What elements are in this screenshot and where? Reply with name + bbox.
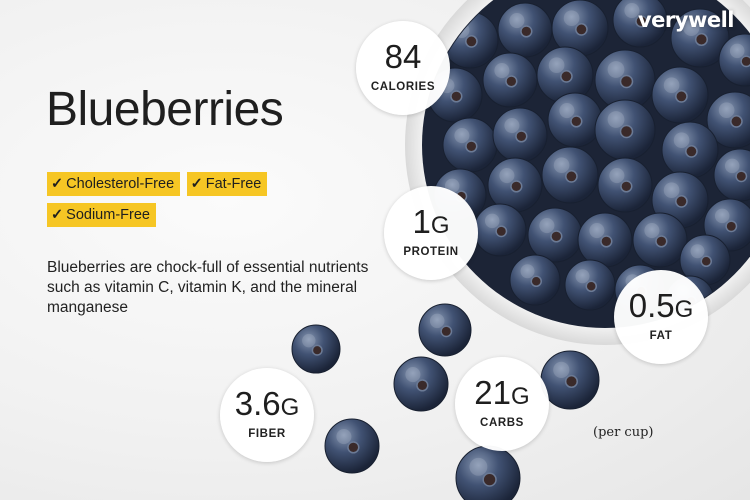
blueberry (564, 259, 616, 311)
blueberry (473, 203, 527, 257)
protein-badge: 1G PROTEIN (384, 186, 478, 280)
blueberry (632, 212, 688, 268)
calories-label: CALORIES (370, 81, 436, 93)
blueberry (597, 157, 653, 213)
tag-label: Sodium-Free (66, 207, 150, 223)
blueberry (577, 212, 633, 268)
tag-cholesterol-free: ✓ Cholesterol-Free (47, 172, 181, 196)
fat-badge: 0.5G FAT (614, 270, 708, 364)
calories-value: 84 (384, 38, 422, 75)
fiber-label: FIBER (248, 428, 286, 440)
carbs-label: CARBS (480, 417, 524, 429)
blueberry (541, 146, 599, 204)
protein-label: PROTEIN (403, 246, 459, 258)
calories-badge: 84 CALORIES (356, 21, 450, 115)
blueberry (527, 207, 583, 263)
brand-logo: verywell (637, 8, 735, 32)
blueberry (497, 2, 553, 58)
checkmark-icon: ✓ (190, 176, 203, 192)
fat-value: 0.5G (628, 287, 694, 324)
fat-label: FAT (649, 330, 673, 342)
fiber-value: 3.6G (234, 385, 300, 422)
protein-value: 1G (412, 203, 450, 240)
blueberry (594, 99, 656, 161)
blueberry (492, 107, 548, 163)
blueberry (418, 303, 472, 357)
blueberry (651, 66, 709, 124)
tag-label: Fat-Free (205, 176, 262, 192)
checkmark-icon: ✓ (51, 176, 64, 192)
fiber-badge: 3.6G FIBER (220, 368, 314, 462)
blueberry (455, 445, 521, 500)
nutrition-infographic: verywell Blueberries ✓ Cholesterol-Free ✓… (0, 0, 750, 500)
diet-tags: ✓ Cholesterol-Free ✓ Fat-Free ✓ Sodium-Free (47, 172, 327, 234)
tag-fat-free: ✓ Fat-Free (186, 172, 268, 196)
tag-label: Cholesterol-Free (66, 176, 175, 192)
blueberry (547, 92, 603, 148)
blueberry (442, 117, 498, 173)
checkmark-icon: ✓ (51, 207, 64, 223)
blueberry (509, 254, 561, 306)
page-title: Blueberries (46, 83, 284, 136)
carbs-value: 21G (474, 374, 530, 411)
blueberry (324, 418, 380, 474)
blueberry (291, 324, 341, 374)
blueberry (540, 350, 600, 410)
carbs-badge: 21G CARBS (455, 357, 549, 451)
blueberry (393, 356, 449, 412)
description: Blueberries are chock-full of essential … (47, 259, 369, 316)
serving-note: (per cup) (593, 425, 654, 440)
tag-sodium-free: ✓ Sodium-Free (47, 203, 156, 227)
blueberry (482, 52, 538, 108)
blueberry (661, 121, 719, 179)
